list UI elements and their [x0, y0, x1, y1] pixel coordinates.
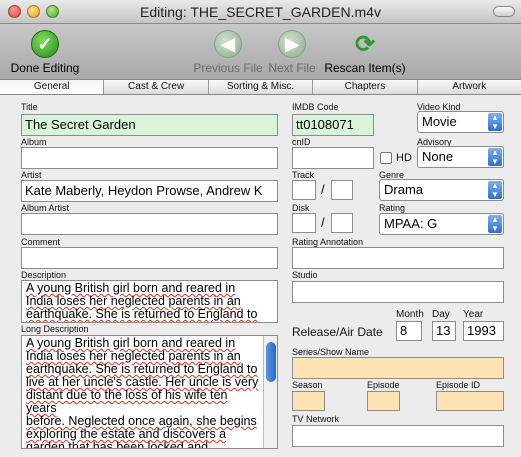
episode-id-label: Episode ID: [436, 380, 481, 390]
studio-field[interactable]: [292, 281, 504, 303]
track-label: Track: [292, 170, 315, 180]
track-number-field[interactable]: [292, 180, 316, 200]
done-editing-label: Done Editing: [10, 61, 80, 75]
release-date-label: Release/Air Date: [292, 325, 383, 339]
album-label: Album: [21, 137, 47, 147]
album-field[interactable]: [21, 147, 278, 169]
video-kind-value: Movie: [422, 114, 457, 129]
release-day-field[interactable]: 13: [432, 321, 456, 341]
next-file-label: Next File: [268, 61, 316, 75]
tab-bar: General Cast & Crew Sorting & Misc. Chap…: [0, 79, 521, 95]
next-file-button[interactable]: ▶ Next File: [266, 30, 318, 75]
cnid-field[interactable]: [292, 147, 374, 169]
cnid-label: cnID: [292, 137, 311, 147]
album-artist-field[interactable]: [21, 213, 278, 235]
toolbar-toggle-button[interactable]: [493, 6, 515, 17]
chevron-updown-icon: ▲ ▼: [488, 215, 502, 233]
release-month-field[interactable]: 8: [396, 321, 422, 341]
description-line: earthquake. She is returned to England t…: [26, 307, 258, 321]
disk-separator: /: [321, 215, 325, 230]
chevron-updown-icon: ▲ ▼: [488, 148, 502, 166]
window-title: Editing: THE_SECRET_GARDEN.m4v: [140, 4, 381, 20]
imdb-code-label: IMDB Code: [292, 102, 339, 112]
rating-value: MPAA: G: [384, 216, 438, 231]
track-separator: /: [321, 182, 325, 197]
description-label: Description: [21, 270, 67, 280]
day-label: Day: [432, 309, 450, 320]
rescan-items-button[interactable]: ⟳ Rescan Item(s): [324, 30, 406, 76]
right-arrow-icon: ▶: [278, 30, 306, 58]
chevron-updown-icon: ▲ ▼: [488, 181, 502, 199]
general-tab-panel: Title The Secret Garden Album Artist Kat…: [0, 95, 521, 457]
previous-file-button[interactable]: ◀ Previous File: [190, 30, 266, 75]
title-label: Title: [21, 102, 38, 112]
artist-field[interactable]: Kate Maberly, Heydon Prowse, Andrew K: [21, 180, 278, 202]
episode-field[interactable]: [367, 391, 400, 411]
advisory-select[interactable]: None ▲ ▼: [417, 146, 504, 168]
long-description-line: distant due to the loss of his wife ten …: [26, 388, 228, 415]
tab-cast-crew[interactable]: Cast & Crew: [103, 80, 207, 94]
year-label: Year: [463, 309, 484, 320]
comment-label: Comment: [21, 237, 61, 247]
done-editing-button[interactable]: ✓ Done Editing: [10, 30, 80, 75]
disk-label: Disk: [292, 203, 310, 213]
hd-label: HD: [396, 152, 412, 164]
rating-annotation-label: Rating Annotation: [292, 237, 364, 247]
description-field[interactable]: A young British girl born and reared in …: [21, 280, 278, 323]
long-description-scrollbar[interactable]: [263, 336, 277, 448]
tv-network-field[interactable]: [292, 425, 504, 447]
genre-select[interactable]: Drama ▲ ▼: [379, 179, 504, 201]
toolbar: ✓ Done Editing ◀ Previous File ▶ Next Fi…: [0, 24, 521, 79]
season-field[interactable]: [292, 391, 325, 411]
refresh-arrows-icon: ⟳: [354, 30, 376, 58]
month-label: Month: [396, 309, 424, 320]
comment-field[interactable]: [21, 247, 278, 269]
artist-label: Artist: [21, 170, 42, 180]
title-field[interactable]: The Secret Garden: [21, 114, 278, 136]
track-total-field[interactable]: [331, 180, 353, 200]
long-description-label: Long Description: [21, 324, 89, 334]
disk-total-field[interactable]: [331, 213, 353, 233]
long-description-field[interactable]: A young British girl born and reared in …: [21, 335, 278, 449]
hd-checkbox[interactable]: [380, 152, 392, 164]
checkmark-icon: ✓: [31, 30, 59, 58]
advisory-value: None: [422, 149, 454, 164]
episode-label: Episode: [367, 380, 400, 390]
previous-file-label: Previous File: [193, 61, 263, 75]
release-year-field[interactable]: 1993: [463, 321, 504, 341]
video-kind-select[interactable]: Movie ▲ ▼: [417, 111, 504, 133]
tv-network-label: TV Network: [292, 414, 340, 424]
chevron-updown-icon: ▲ ▼: [488, 113, 502, 131]
left-arrow-icon: ◀: [214, 30, 242, 58]
imdb-code-field[interactable]: tt0108071: [292, 114, 374, 136]
genre-value: Drama: [384, 182, 424, 197]
rating-select[interactable]: MPAA: G ▲ ▼: [379, 213, 504, 235]
tab-sorting-misc[interactable]: Sorting & Misc.: [207, 80, 312, 94]
long-description-line: garden that has been locked and: [26, 440, 209, 449]
disk-number-field[interactable]: [292, 213, 316, 233]
rating-annotation-field[interactable]: [292, 247, 504, 269]
series-show-label: Series/Show Name: [292, 347, 370, 357]
title-bar: Editing: THE_SECRET_GARDEN.m4v: [0, 0, 521, 24]
album-artist-label: Album Artist: [21, 203, 70, 213]
scrollbar-thumb[interactable]: [266, 342, 276, 382]
tab-artwork[interactable]: Artwork: [416, 80, 521, 94]
tab-general[interactable]: General: [0, 80, 104, 94]
tab-chapters[interactable]: Chapters: [312, 80, 416, 94]
rating-label: Rating: [379, 203, 406, 213]
season-label: Season: [292, 380, 323, 390]
studio-label: Studio: [292, 270, 318, 280]
rescan-items-label: Rescan Item(s): [324, 61, 406, 75]
series-show-field[interactable]: [292, 357, 504, 379]
episode-id-field[interactable]: [436, 391, 504, 411]
